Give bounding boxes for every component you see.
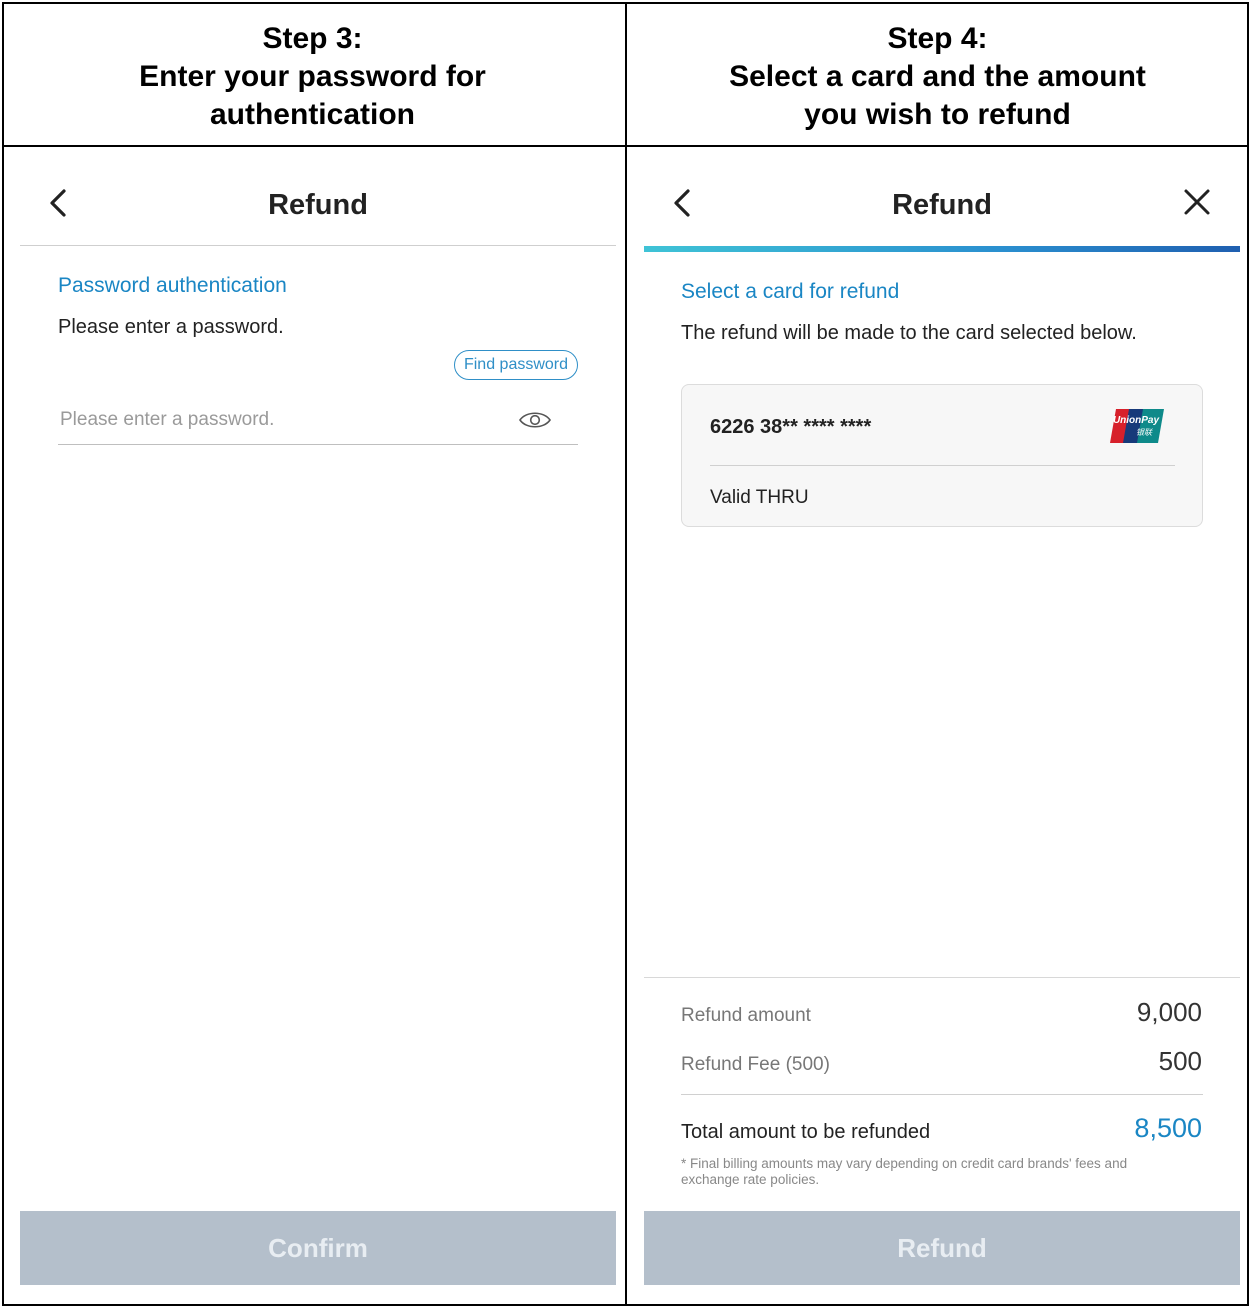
step4-heading: Step 4: Select a card and the amount you… [635, 20, 1240, 134]
step3-heading-line1: Step 3: [262, 22, 363, 55]
total-divider [681, 1094, 1203, 1095]
total-refund-value: 8,500 [1134, 1113, 1202, 1143]
step3-heading: Step 3: Enter your password for authenti… [10, 20, 615, 134]
refund-amount-label: Refund amount [681, 1005, 811, 1026]
step3-app-bar: Refund [20, 147, 616, 246]
page-title: Refund [892, 189, 992, 221]
confirm-button[interactable]: Confirm [20, 1211, 616, 1285]
refund-button[interactable]: Refund [644, 1211, 1240, 1285]
refund-fee-value: 500 [1158, 1046, 1202, 1076]
refund-amount-value: 9,000 [1136, 997, 1202, 1027]
password-instruction: Please enter a password. [58, 316, 284, 338]
select-card-label: Select a card for refund [681, 280, 900, 303]
summary-divider [644, 977, 1240, 978]
step4-app-bar: Refund [644, 147, 1240, 252]
column-divider [625, 2, 627, 1306]
refund-card[interactable]: 6226 38** **** **** UnionPay 银联 Valid TH… [681, 384, 1203, 527]
refund-instruction: The refund will be made to the card sele… [681, 322, 1137, 344]
step4-heading-line1: Step 4: [887, 22, 988, 55]
total-refund-label: Total amount to be refunded [681, 1121, 931, 1143]
card-number: 6226 38** **** **** [710, 416, 872, 438]
refund-fee-label: Refund Fee (500) [681, 1054, 830, 1075]
password-auth-label: Password authentication [58, 274, 287, 297]
password-field [58, 399, 578, 445]
page-title: Refund [268, 189, 368, 221]
app-bar-divider [20, 245, 616, 246]
eye-icon[interactable] [518, 409, 552, 431]
unionpay-logo: UnionPay 银联 [1110, 409, 1164, 443]
step4-heading-line2: Select a card and the amount [729, 60, 1146, 93]
step3-heading-line3: authentication [209, 98, 415, 131]
password-input[interactable] [58, 403, 498, 437]
close-icon[interactable] [1182, 187, 1212, 217]
app-bar-accent-bar [644, 246, 1240, 252]
unionpay-logo-subtext: 银联 [1136, 428, 1153, 437]
unionpay-logo-text: UnionPay [1113, 415, 1160, 426]
step3-heading-line2: Enter your password for [139, 60, 486, 93]
card-divider [710, 465, 1175, 466]
find-password-button[interactable]: Find password [454, 350, 578, 380]
billing-footnote: * Final billing amounts may vary dependi… [681, 1156, 1128, 1187]
step4-screen: Refund Select a card for refund The refu… [644, 147, 1240, 1304]
step4-heading-line3: you wish to refund [804, 98, 1071, 131]
card-valid-thru: Valid THRU [710, 487, 809, 508]
step3-screen: Refund Password authentication Please en… [20, 147, 616, 1304]
